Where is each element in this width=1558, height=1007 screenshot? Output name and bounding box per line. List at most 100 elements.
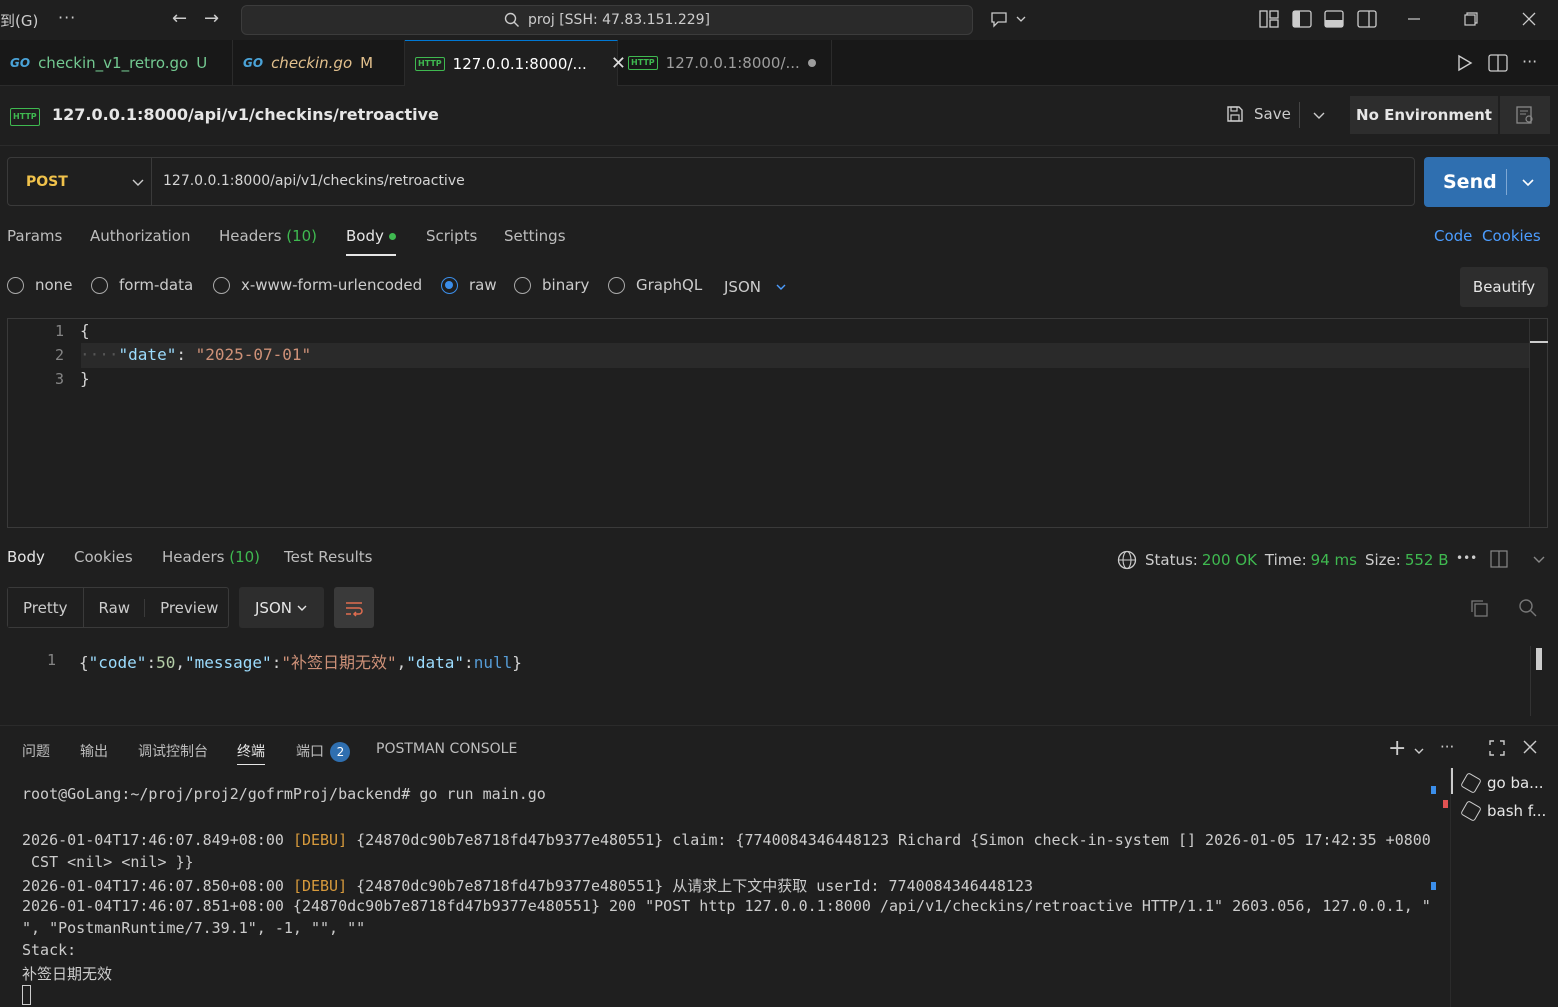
view-preview[interactable]: Preview [145,599,233,617]
send-options-chevron-icon[interactable] [1521,175,1535,189]
body-format-selector[interactable]: JSON [724,278,787,296]
terminal-output[interactable]: root@GoLang:~/proj/proj2/gofrmProj/backe… [0,774,1440,1007]
panel-tab-problems[interactable]: 问题 [22,741,50,761]
split-editor-icon[interactable] [1488,54,1508,76]
more-menu-icon[interactable]: ··· [58,8,76,27]
run-icon[interactable] [1456,54,1474,76]
terminal-item-go[interactable]: go ba... [1460,772,1544,794]
method-selector[interactable]: POST [8,158,152,205]
tab-headers[interactable]: Headers (10) [219,227,317,245]
panel-tab-debug-console[interactable]: 调试控制台 [138,741,208,761]
customize-layout-icon[interactable] [1258,8,1280,30]
line-number: 1 [54,322,64,340]
command-center-search[interactable]: proj [SSH: 47.83.151.229] [241,5,973,35]
body-option-binary[interactable]: binary [514,276,589,294]
radio-raw[interactable] [441,276,458,294]
copy-icon[interactable] [1469,598,1489,622]
terminal-label: go ba... [1487,774,1544,792]
more-actions-icon[interactable]: ··· [1522,52,1537,71]
panel-tab-postman-console[interactable]: POSTMAN CONSOLE [376,741,517,757]
tab-authorization[interactable]: Authorization [90,227,190,245]
toggle-panel-icon[interactable] [1323,8,1345,30]
new-terminal-icon[interactable]: + [1388,736,1406,761]
wrap-lines-icon[interactable] [334,587,374,628]
save-button[interactable]: Save [1226,105,1291,123]
code-line-2: ····"date": "2025-07-01" [80,345,312,364]
view-pretty[interactable]: Pretty [8,588,84,627]
search-icon [504,12,519,27]
toggle-secondary-sidebar-icon[interactable] [1356,8,1378,30]
environment-selector[interactable]: No Environment [1350,96,1498,134]
panel-more-icon[interactable]: ··· [1440,738,1454,756]
maximize-panel-icon[interactable] [1489,740,1505,760]
layout-toggle-icon[interactable] [1490,550,1508,572]
request-body-editor[interactable]: 1 2 3 { ····"date": "2025-07-01" } [7,318,1548,528]
url-bar: POST 127.0.0.1:8000/api/v1/checkins/retr… [7,157,1415,206]
scrollbar-thumb[interactable] [1530,341,1548,343]
tab-label: Headers [219,227,282,245]
collapse-response-chevron-icon[interactable] [1532,552,1546,570]
globe-icon[interactable] [1117,550,1137,570]
terminal-line: 补签日期无效 [22,965,113,983]
response-tab-body[interactable]: Body [7,548,45,566]
tab-checkin-v1-retro-go[interactable]: GO checkin_v1_retro.go U [0,40,233,86]
body-option-form-data[interactable]: form-data [91,276,193,294]
tab-http-request-active[interactable]: HTTP 127.0.0.1:8000/... ✕ [405,40,626,86]
terminal-line: Stack: [22,941,77,959]
body-option-urlencoded[interactable]: x-www-form-urlencoded [213,276,422,294]
radio-none[interactable] [7,276,24,294]
tab-checkin-go[interactable]: GO checkin.go M [233,40,405,86]
view-raw[interactable]: Raw [84,598,146,617]
time-value[interactable]: 94 ms [1311,551,1357,569]
tab-scripts[interactable]: Scripts [426,227,477,245]
radio-graphql[interactable] [608,276,625,294]
response-tab-test-results[interactable]: Test Results [284,548,372,566]
tab-label: 127.0.0.1:8000/... [452,54,587,73]
request-title[interactable]: 127.0.0.1:8000/api/v1/checkins/retroacti… [52,105,439,124]
tab-settings[interactable]: Settings [504,227,566,245]
panel-tab-output[interactable]: 输出 [80,741,108,761]
body-option-graphql[interactable]: GraphQL [608,276,702,294]
tab-http-request[interactable]: HTTP 127.0.0.1:8000/... [618,40,832,86]
save-icon [1227,106,1243,122]
close-window-icon[interactable] [1518,8,1540,30]
panel-tab-terminal[interactable]: 终端 [237,741,265,765]
scrollbar-thumb[interactable] [1536,648,1542,670]
url-input[interactable]: 127.0.0.1:8000/api/v1/checkins/retroacti… [163,173,465,189]
copilot-chat-icon[interactable] [988,8,1028,30]
body-option-none[interactable]: none [7,276,72,294]
time-label: Time: [1264,551,1307,569]
minimize-icon[interactable] [1403,8,1425,30]
tab-params[interactable]: Params [7,227,62,245]
search-response-icon[interactable] [1518,598,1538,622]
response-tab-headers[interactable]: Headers (10) [162,548,260,566]
close-panel-icon[interactable] [1523,740,1537,758]
toggle-primary-sidebar-icon[interactable] [1291,8,1313,30]
response-body-viewer[interactable]: 1 {"code":50,"message":"补签日期无效","data":n… [0,646,1558,716]
code-link[interactable]: Code [1434,227,1472,245]
tab-body[interactable]: Body [346,227,396,256]
terminal-profile-chevron-icon[interactable] [1413,743,1425,761]
status-value[interactable]: 200 OK [1202,551,1257,569]
option-label: binary [542,276,590,294]
beautify-button[interactable]: Beautify [1460,267,1548,307]
restore-icon[interactable] [1460,8,1482,30]
radio-binary[interactable] [514,276,531,294]
panel-tab-ports[interactable]: 端口 2 [296,741,351,762]
save-options-chevron-icon[interactable] [1312,108,1326,126]
send-button[interactable]: Send [1424,157,1550,207]
terminal-item-bash[interactable]: bash f... [1460,800,1546,822]
radio-urlencoded[interactable] [213,276,230,294]
radio-form-data[interactable] [91,276,108,294]
body-option-raw[interactable]: raw [441,276,497,294]
cookies-link[interactable]: Cookies [1482,227,1541,245]
response-tab-cookies[interactable]: Cookies [74,548,133,566]
response-format-selector[interactable]: JSON [239,587,324,628]
search-text: proj [SSH: 47.83.151.229] [527,12,711,28]
menu-go[interactable]: 到(G) [0,10,38,31]
forward-arrow-icon[interactable]: → [204,8,219,29]
back-arrow-icon[interactable]: ← [172,8,187,29]
more-options-icon[interactable]: ••• [1456,551,1477,565]
size-value[interactable]: 552 B [1405,551,1449,569]
environment-quick-look-icon[interactable] [1500,96,1550,134]
